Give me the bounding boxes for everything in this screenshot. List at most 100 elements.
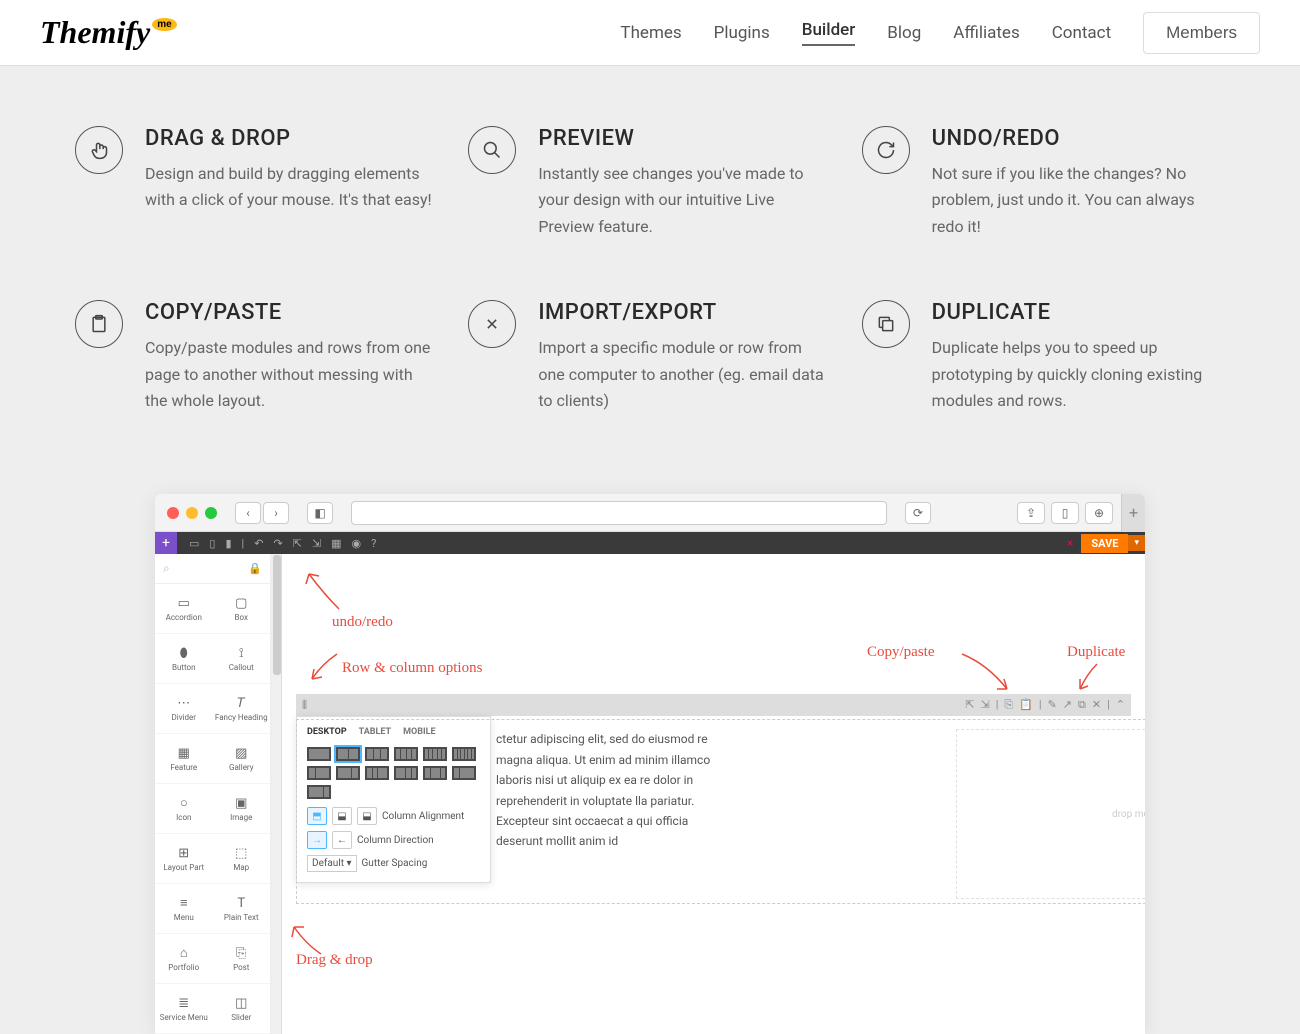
- builder-toolbar: + ▭ ▯ ▮ | ↶ ↷ ⇱ ⇲ ▦ ◉ ? × SAVE ▾: [155, 532, 1145, 554]
- grip-icon[interactable]: ⫴: [302, 698, 307, 713]
- module-callout[interactable]: ⟟Callout: [213, 634, 271, 684]
- module-service-menu[interactable]: ≣Service Menu: [155, 984, 213, 1034]
- module-box[interactable]: ▢Box: [213, 584, 271, 634]
- add-icon[interactable]: ⊕: [1085, 502, 1113, 524]
- module-button[interactable]: ⬮Button: [155, 634, 213, 684]
- save-button[interactable]: SAVE: [1081, 534, 1128, 553]
- import-icon[interactable]: ⇱: [293, 537, 302, 550]
- scrollbar[interactable]: [272, 554, 282, 1034]
- tabs-icon[interactable]: ▯: [1051, 502, 1079, 524]
- nav-contact[interactable]: Contact: [1052, 23, 1111, 43]
- module-gallery[interactable]: ▨Gallery: [213, 734, 271, 784]
- nav-blog[interactable]: Blog: [887, 23, 921, 43]
- delete-row-icon[interactable]: ✕: [1092, 698, 1101, 712]
- annotation-undo: undo/redo: [332, 614, 393, 631]
- collapse-row-icon[interactable]: ⌃: [1116, 698, 1125, 712]
- module-icon: ◫: [235, 996, 247, 1011]
- annotation-drag: Drag & drop: [296, 952, 373, 969]
- feature-copy-paste: COPY/PASTE Copy/paste modules and rows fr…: [75, 300, 438, 414]
- edit-row-icon[interactable]: ✎: [1048, 698, 1057, 712]
- module-icon: ⋯: [177, 696, 190, 711]
- share-icon[interactable]: ⇪: [1017, 502, 1045, 524]
- nav-themes[interactable]: Themes: [620, 23, 681, 43]
- module-label: Divider: [172, 714, 196, 722]
- paste-row-icon[interactable]: 📋: [1019, 698, 1033, 712]
- module-plain-text[interactable]: TPlain Text: [213, 884, 271, 934]
- module-icon: ⊞: [178, 846, 189, 861]
- module-sidebar: ⌕🔒 ▭Accordion▢Box⬮Button⟟Callout⋯Divider…: [155, 554, 271, 1034]
- close-icon[interactable]: ×: [1059, 536, 1081, 550]
- module-menu[interactable]: ≡Menu: [155, 884, 213, 934]
- back-button[interactable]: ‹: [235, 502, 261, 524]
- add-module-button[interactable]: +: [155, 532, 177, 554]
- module-icon: ⬚: [235, 846, 247, 861]
- feature-title: DRAG & DROP: [145, 126, 438, 151]
- feature-undo-redo: UNDO/REDONot sure if you like the change…: [862, 126, 1225, 240]
- export-row-icon[interactable]: ⇱: [965, 698, 974, 712]
- module-icon[interactable]: ○Icon: [155, 784, 213, 834]
- logo-badge: me: [152, 18, 176, 31]
- undo-icon[interactable]: ↶: [254, 537, 263, 550]
- feature-desc: Copy/paste modules and rows from one pag…: [145, 335, 438, 414]
- import-row-icon[interactable]: ⇲: [980, 698, 989, 712]
- feature-desc: Import a specific module or row from one…: [538, 335, 831, 414]
- min-dot-icon[interactable]: [186, 507, 198, 519]
- help-icon[interactable]: ?: [371, 537, 376, 550]
- search-icon: ⌕: [163, 561, 170, 576]
- nav-plugins[interactable]: Plugins: [714, 23, 770, 43]
- module-map[interactable]: ⬚Map: [213, 834, 271, 884]
- fwd-button[interactable]: ›: [263, 502, 289, 524]
- module-label: Feature: [170, 764, 197, 772]
- duplicate-icon: [862, 300, 910, 348]
- module-portfolio[interactable]: ⌂Portfolio: [155, 934, 213, 984]
- redo-icon[interactable]: ↷: [273, 537, 282, 550]
- module-label: Fancy Heading: [215, 714, 268, 722]
- main-nav: Themes Plugins Builder Blog Affiliates C…: [620, 12, 1260, 54]
- module-search[interactable]: ⌕🔒: [155, 554, 270, 584]
- style-row-icon[interactable]: ↗: [1063, 698, 1072, 712]
- module-label: Portfolio: [168, 964, 199, 972]
- module-slider[interactable]: ◫Slider: [213, 984, 271, 1034]
- mobile-icon[interactable]: ▮: [225, 537, 231, 550]
- logo-text: Themify: [40, 14, 150, 51]
- new-tab-button[interactable]: +: [1121, 494, 1145, 532]
- members-button[interactable]: Members: [1143, 12, 1260, 54]
- layout-icon[interactable]: ▦: [331, 537, 341, 550]
- save-dropdown-icon[interactable]: ▾: [1128, 535, 1145, 551]
- desktop-icon[interactable]: ▭: [189, 537, 199, 550]
- module-icon: ○: [180, 795, 188, 811]
- browser-actions: ⇪ ▯ ⊕: [1017, 502, 1113, 524]
- module-icon: 𝑇: [237, 696, 245, 711]
- globe-icon[interactable]: ◉: [352, 537, 362, 550]
- feature-title: COPY/PASTE: [145, 300, 438, 325]
- module-accordion[interactable]: ▭Accordion: [155, 584, 213, 634]
- module-label: Image: [230, 814, 252, 822]
- module-divider[interactable]: ⋯ Divider: [155, 684, 213, 734]
- scroll-thumb[interactable]: [273, 555, 281, 675]
- duplicate-row-icon[interactable]: ⧉: [1078, 698, 1086, 712]
- module-icon: ⎘: [236, 946, 246, 961]
- nav-builder[interactable]: Builder: [802, 20, 856, 46]
- url-bar[interactable]: [351, 501, 887, 525]
- tablet-icon[interactable]: ▯: [209, 537, 215, 550]
- export-icon[interactable]: ⇲: [312, 537, 321, 550]
- sidebar-toggle-icon[interactable]: ◧: [307, 502, 333, 524]
- copy-row-icon[interactable]: ⎘: [1004, 698, 1013, 712]
- logo[interactable]: Themify me: [40, 14, 177, 51]
- builder-body: ⌕🔒 ▭Accordion▢Box⬮Button⟟Callout⋯Divider…: [155, 554, 1145, 1034]
- max-dot-icon[interactable]: [205, 507, 217, 519]
- lock-icon[interactable]: 🔒: [248, 562, 262, 575]
- module-post[interactable]: ⎘Post: [213, 934, 271, 984]
- module-feature[interactable]: ▦ Feature: [155, 734, 213, 784]
- close-dot-icon[interactable]: [167, 507, 179, 519]
- arrow-icon: [294, 564, 344, 614]
- module-layout-part[interactable]: ⊞Layout Part: [155, 834, 213, 884]
- arrow-icon: [1072, 659, 1107, 694]
- reload-icon[interactable]: ⟳: [905, 502, 931, 524]
- module-icon: ▦: [178, 746, 190, 761]
- drop-zone[interactable]: drop module here: [956, 729, 1145, 899]
- module-fancy-heading[interactable]: 𝑇 Fancy Heading: [213, 684, 271, 734]
- feature-title: PREVIEW: [538, 126, 831, 151]
- module-image[interactable]: ▣Image: [213, 784, 271, 834]
- nav-affiliates[interactable]: Affiliates: [953, 23, 1019, 43]
